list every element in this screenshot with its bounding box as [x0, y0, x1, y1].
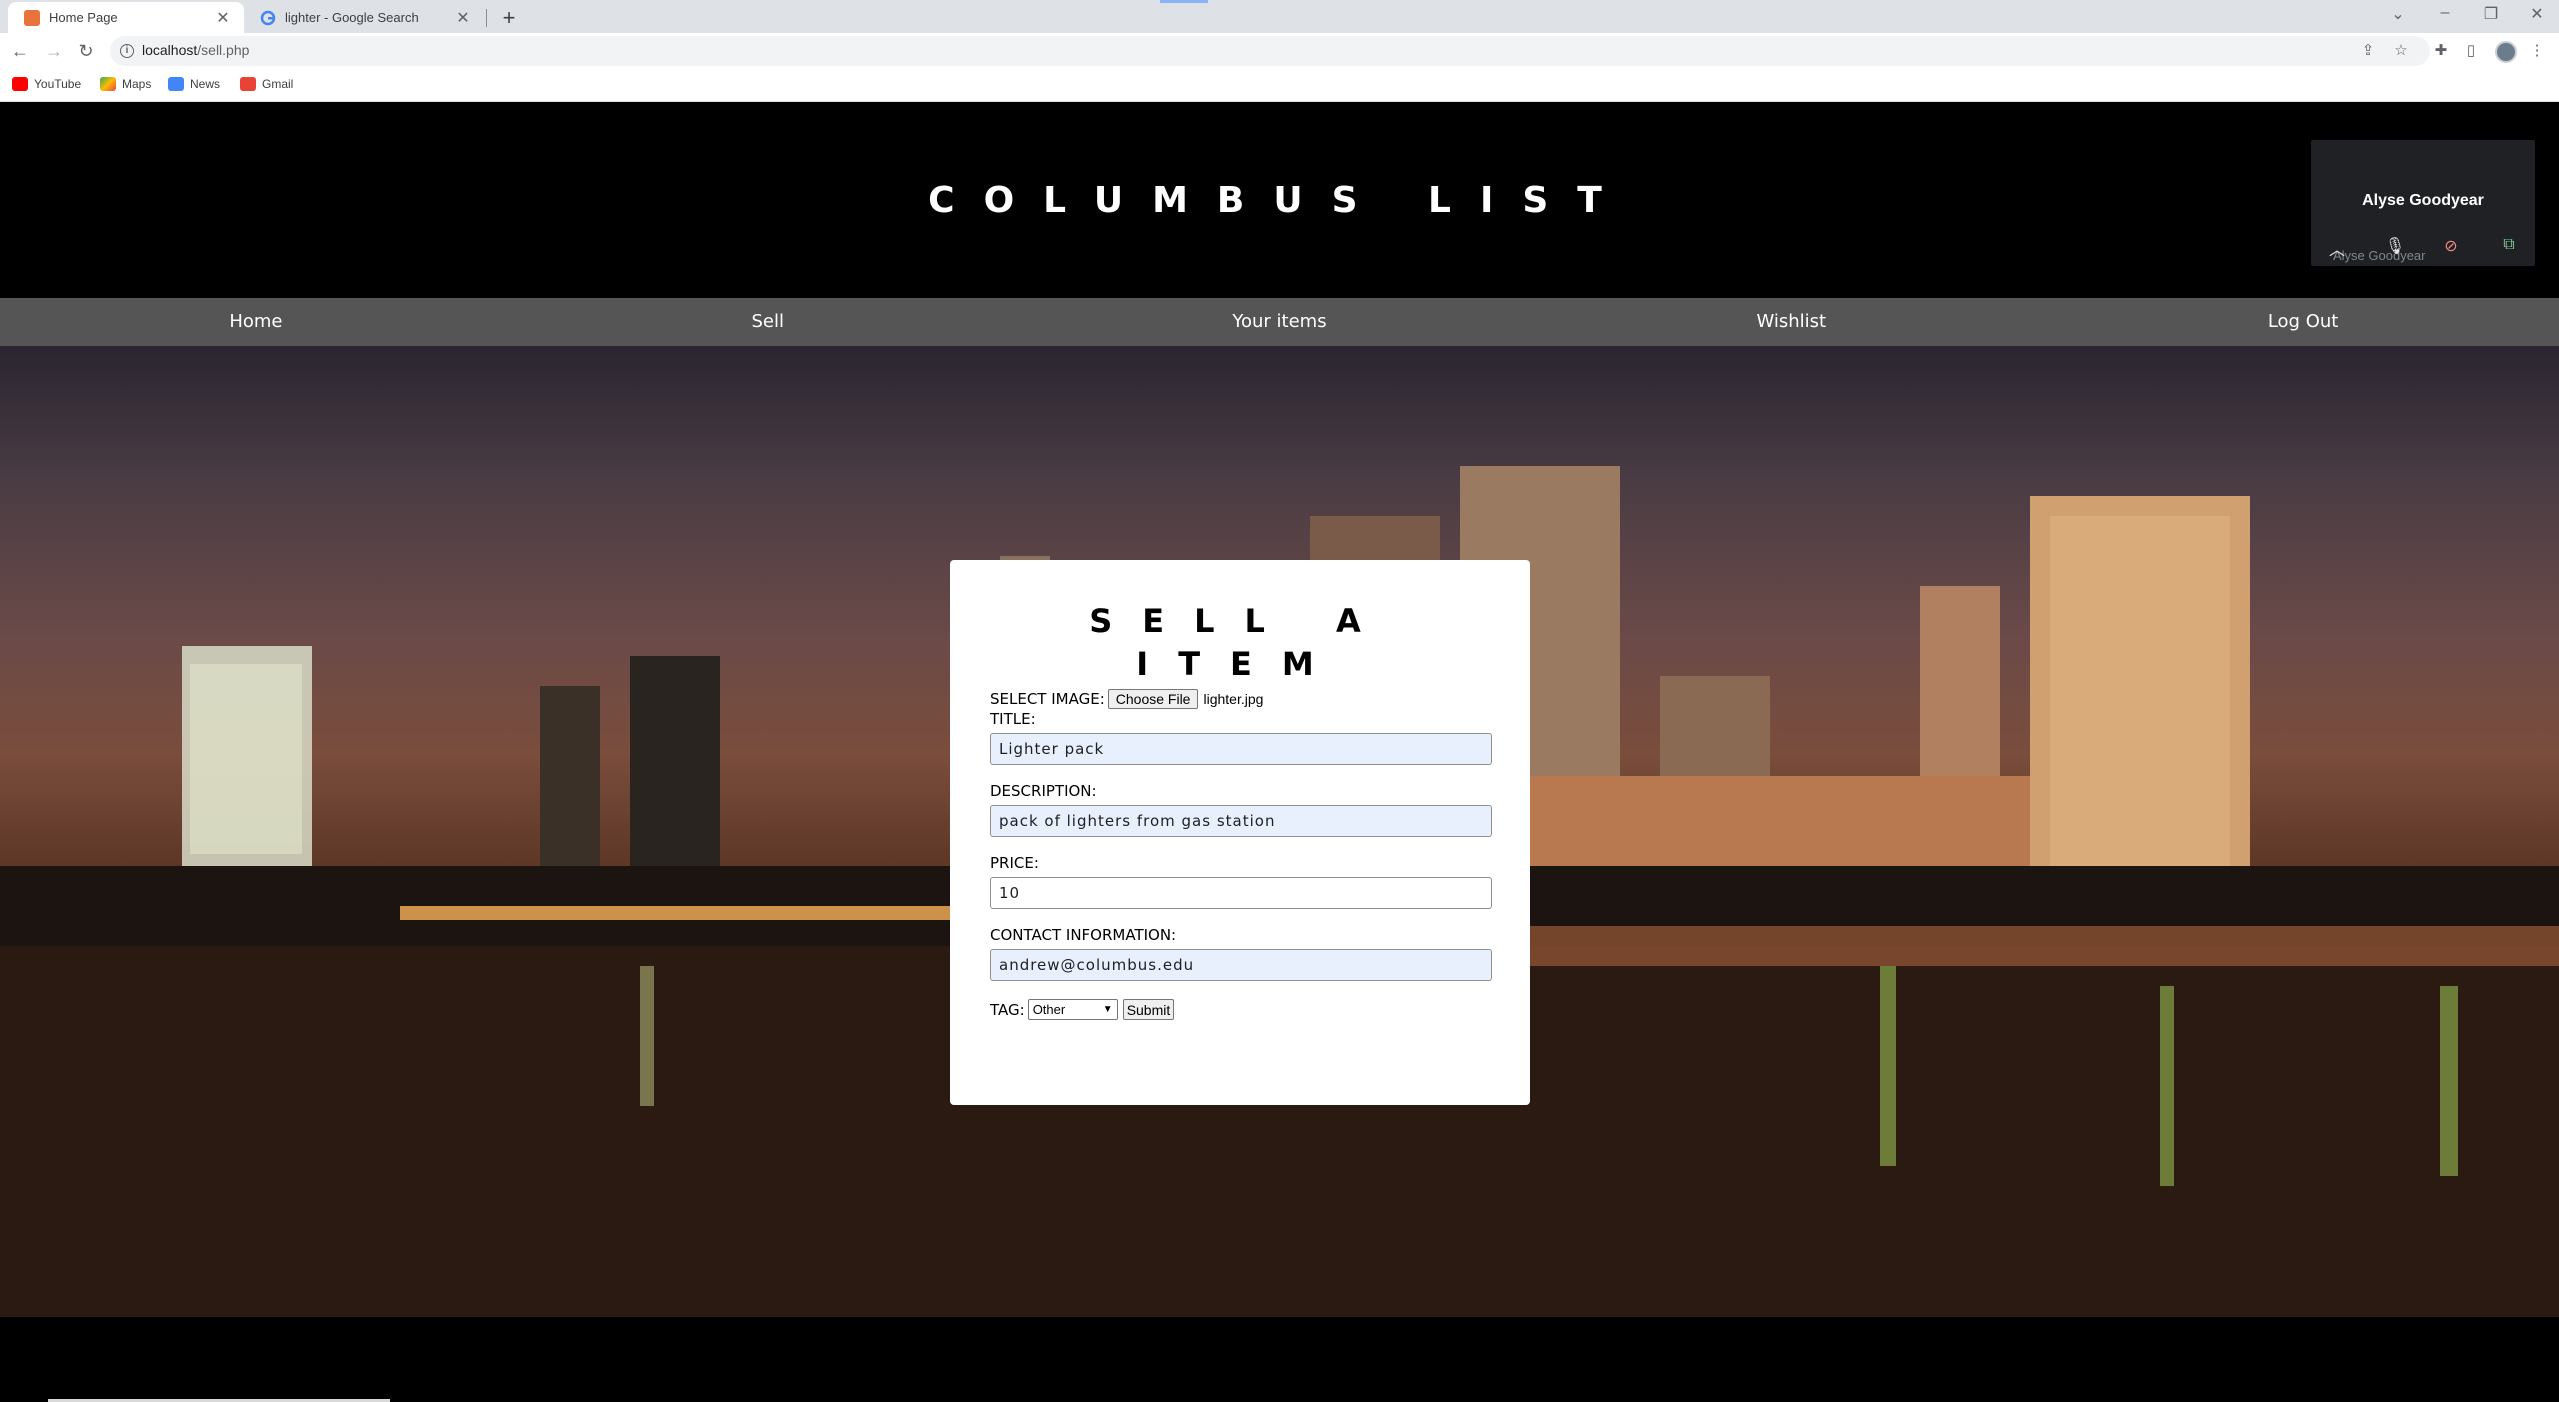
site-header: COLUMBUS LIST Alyse Goodyear Alyse Goody… — [0, 102, 2559, 298]
bookmark-label: YouTube — [34, 77, 82, 91]
close-icon[interactable]: ✕ — [454, 8, 472, 28]
call-controls: Alyse Goodyear ︿ 🎙︎ ⊘ ⧉ — [2311, 228, 2535, 264]
choose-file-button[interactable]: Choose File — [1107, 689, 1199, 709]
reload-icon[interactable]: ↻ — [74, 39, 98, 63]
tag-row: TAG: Other ▼ Submit — [990, 999, 1492, 1020]
bookmark-label: News — [190, 77, 221, 91]
url-host: localhost — [142, 42, 198, 58]
gmail-icon — [240, 77, 256, 91]
web-page: COLUMBUS LIST Alyse Goodyear Alyse Goody… — [0, 102, 2559, 1402]
profile-avatar[interactable] — [2495, 41, 2517, 63]
tag-selected-value: Other — [1032, 1002, 1066, 1017]
open-external-icon[interactable]: ⧉ — [2497, 236, 2521, 256]
tab-label: lighter - Google Search — [285, 10, 419, 25]
back-icon[interactable]: ← — [8, 39, 32, 63]
youtube-icon — [12, 77, 28, 91]
nav-log-out[interactable]: Log Out — [2047, 298, 2559, 346]
nav-home[interactable]: Home — [0, 298, 512, 346]
camera-off-icon[interactable]: ⊘ — [2439, 236, 2463, 256]
browser-tabstrip: Home Page ✕ lighter - Google Search ✕ + … — [0, 0, 2559, 33]
bookmark-label: Maps — [122, 77, 152, 91]
participant-name: Alyse Goodyear — [2362, 192, 2484, 209]
maps-icon — [100, 77, 116, 91]
chevron-up-icon[interactable]: ︿ — [2325, 236, 2349, 259]
tag-select[interactable]: Other ▼ — [1027, 999, 1118, 1020]
google-favicon-icon — [260, 10, 276, 26]
tab-google-search[interactable]: lighter - Google Search ✕ — [244, 2, 484, 33]
price-input[interactable] — [990, 877, 1492, 909]
bookmark-maps[interactable]: Maps — [100, 77, 151, 91]
browser-toolbar: ← → ↻ i localhost/sell.php ⇪ ☆ ✚ ▯ ⋮ — [0, 33, 2559, 70]
extensions-icon[interactable]: ✚ — [2430, 40, 2452, 62]
window-close-icon[interactable]: ✕ — [2522, 4, 2552, 24]
contact-label: CONTACT INFORMATION: — [990, 926, 1177, 944]
minimize-icon[interactable]: – — [2430, 4, 2460, 22]
restore-icon[interactable]: ❐ — [2476, 4, 2506, 24]
url-path: /sell.php — [197, 42, 250, 58]
sell-item-form: SELL A ITEM SELECT IMAGE: Choose File li… — [950, 560, 1530, 1105]
tab-separator — [486, 9, 487, 27]
microphone-icon[interactable]: 🎙︎ — [2383, 236, 2407, 256]
site-info-icon[interactable]: i — [120, 44, 134, 58]
price-label: PRICE: — [990, 854, 1039, 872]
tabstrip-accent — [1160, 0, 1208, 3]
title-label: TITLE: — [990, 710, 1036, 728]
tab-label: Home Page — [49, 10, 118, 25]
bookmark-gmail[interactable]: Gmail — [240, 77, 293, 91]
page-footer — [0, 1317, 2559, 1402]
select-image-label: SELECT IMAGE: — [990, 690, 1105, 708]
tab-search-icon[interactable]: ⌄ — [2383, 4, 2413, 24]
description-label: DESCRIPTION: — [990, 782, 1097, 800]
bookmark-youtube[interactable]: YouTube — [12, 77, 81, 91]
tag-label: TAG: — [990, 1000, 1025, 1019]
address-bar[interactable]: i localhost/sell.php — [110, 36, 2430, 66]
close-icon[interactable]: ✕ — [214, 8, 232, 28]
news-icon — [168, 77, 184, 91]
side-panel-icon[interactable]: ▯ — [2460, 40, 2482, 62]
title-input[interactable] — [990, 733, 1492, 765]
bookmark-label: Gmail — [262, 77, 294, 91]
bookmark-star-icon[interactable]: ☆ — [2390, 40, 2412, 62]
site-nav: Home Sell Your items Wishlist Log Out — [0, 298, 2559, 346]
selected-file-name: lighter.jpg — [1203, 691, 1264, 707]
form-body: SELECT IMAGE: Choose File lighter.jpg TI… — [990, 688, 1492, 1020]
nav-sell[interactable]: Sell — [512, 298, 1024, 346]
image-upload-row: SELECT IMAGE: Choose File lighter.jpg — [990, 688, 1492, 710]
tab-home-page[interactable]: Home Page ✕ — [8, 2, 244, 33]
site-favicon-icon — [24, 9, 40, 26]
video-call-panel[interactable]: Alyse Goodyear Alyse Goodyear ︿ 🎙︎ ⊘ ⧉ — [2311, 140, 2535, 266]
menu-icon[interactable]: ⋮ — [2526, 40, 2548, 62]
share-icon[interactable]: ⇪ — [2357, 40, 2379, 62]
site-title: COLUMBUS LIST — [928, 180, 1631, 221]
bookmarks-bar: YouTube Maps News Gmail — [0, 70, 2559, 102]
forward-icon[interactable]: → — [42, 39, 66, 63]
url-text: localhost/sell.php — [142, 42, 249, 58]
submit-button[interactable]: Submit — [1122, 999, 1175, 1020]
nav-your-items[interactable]: Your items — [1024, 298, 1536, 346]
new-tab-icon[interactable]: + — [498, 5, 520, 31]
chevron-down-icon: ▼ — [1102, 1004, 1113, 1015]
contact-input[interactable] — [990, 949, 1492, 981]
description-input[interactable] — [990, 805, 1492, 837]
form-title: SELL A ITEM — [1089, 602, 1391, 683]
bookmark-news[interactable]: News — [168, 77, 220, 91]
nav-wishlist[interactable]: Wishlist — [1535, 298, 2047, 346]
